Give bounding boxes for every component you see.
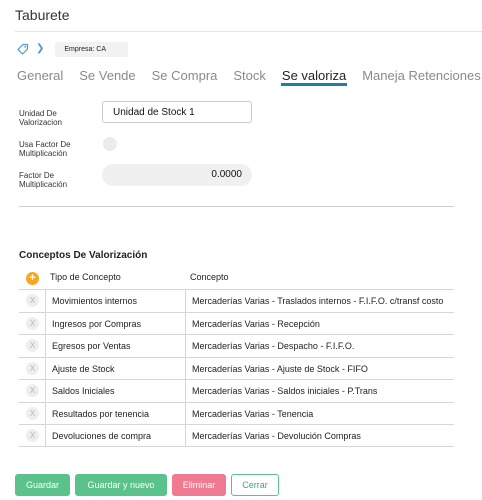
x-circle-icon[interactable]: X bbox=[26, 429, 39, 442]
x-circle-icon[interactable]: X bbox=[26, 294, 39, 307]
guardar-y-nuevo-button[interactable]: Guardar y nuevo bbox=[75, 474, 167, 496]
col-tipo-header: Tipo de Concepto bbox=[50, 272, 121, 282]
concepto-cell[interactable]: Mercaderías Varias - Recepción bbox=[185, 312, 454, 334]
tags-row: ❯ Empresa: CA bbox=[16, 41, 129, 57]
factor-input[interactable]: 0.0000 bbox=[102, 164, 252, 186]
tipo-cell[interactable]: Egresos por Ventas bbox=[45, 335, 185, 357]
tag-icon[interactable] bbox=[16, 42, 30, 56]
concepto-cell[interactable]: Mercaderías Varias - Tenencia bbox=[185, 402, 454, 424]
usa-factor-label: Usa Factor De Multiplicación bbox=[19, 140, 71, 158]
table-body: X Movimientos internos Mercaderías Varias … bbox=[19, 289, 454, 447]
eliminar-button[interactable]: Eliminar bbox=[172, 474, 226, 496]
x-circle-icon[interactable]: X bbox=[26, 361, 39, 375]
title-divider bbox=[15, 31, 482, 32]
chevron-right-icon[interactable]: ❯ bbox=[36, 44, 44, 54]
plus-circle-icon[interactable]: + bbox=[26, 271, 39, 285]
table-header: + Tipo de Concepto Concepto bbox=[19, 267, 454, 289]
x-circle-icon[interactable]: X bbox=[26, 384, 39, 397]
table-row: X Ajuste de Stock Mercaderías Varias - Aju… bbox=[19, 356, 454, 379]
x-circle-icon[interactable]: X bbox=[26, 406, 39, 420]
concepto-cell[interactable]: Mercaderías Varias - Saldos iniciales - … bbox=[185, 380, 454, 402]
table-row: X Saldos Iniciales Mercaderías Varias - Sa… bbox=[19, 379, 454, 402]
concepto-cell[interactable]: Mercaderías Varias - Devolución Compras bbox=[185, 425, 454, 446]
tab-se-compra[interactable]: Se Compra bbox=[151, 68, 219, 86]
concepto-cell[interactable]: Mercaderías Varias - Despacho - F.I.F.O. bbox=[185, 335, 454, 357]
table-row: X Ingresos por Compras Mercaderías Varias … bbox=[19, 311, 454, 334]
tab-bar: General Se Vende Se Compra Stock Se valo… bbox=[16, 68, 482, 88]
guardar-button[interactable]: Guardar bbox=[15, 474, 70, 496]
tipo-cell[interactable]: Devoluciones de compra bbox=[45, 425, 185, 446]
factor-label: Factor De Multiplicación bbox=[19, 171, 68, 189]
empresa-tag: Empresa: CA bbox=[55, 41, 129, 57]
section-divider bbox=[19, 206, 454, 207]
unidad-label: Unidad De Valorizacion bbox=[19, 109, 62, 127]
tab-general[interactable]: General bbox=[16, 68, 64, 86]
table-row: X Egresos por Ventas Mercaderías Varias - … bbox=[19, 334, 454, 357]
usa-factor-checkbox[interactable] bbox=[103, 137, 117, 151]
tipo-cell[interactable]: Saldos Iniciales bbox=[45, 380, 185, 402]
tipo-cell[interactable]: Ajuste de Stock bbox=[45, 357, 185, 379]
x-circle-icon[interactable]: X bbox=[26, 316, 39, 330]
conceptos-title: Conceptos De Valorización bbox=[19, 250, 148, 261]
cerrar-button[interactable]: Cerrar bbox=[231, 474, 279, 496]
tipo-cell[interactable]: Resultados por tenencia bbox=[45, 402, 185, 424]
unidad-input[interactable]: Unidad de Stock 1 bbox=[102, 101, 252, 123]
x-circle-icon[interactable]: X bbox=[26, 339, 39, 352]
tipo-cell[interactable]: Movimientos internos bbox=[45, 290, 185, 312]
col-concepto-header: Concepto bbox=[190, 272, 229, 282]
page-title: Taburete bbox=[15, 7, 70, 23]
conceptos-table: + Tipo de Concepto Concepto X Movimientos… bbox=[19, 267, 454, 447]
concepto-cell[interactable]: Mercaderías Varias - Traslados internos … bbox=[185, 290, 454, 312]
table-row: X Resultados por tenencia Mercaderías Vari… bbox=[19, 401, 454, 424]
tab-stock[interactable]: Stock bbox=[232, 68, 267, 86]
concepto-cell[interactable]: Mercaderías Varias - Ajuste de Stock - F… bbox=[185, 357, 454, 379]
action-bar: Guardar Guardar y nuevo Eliminar Cerrar bbox=[15, 474, 284, 496]
tab-maneja-retenciones[interactable]: Maneja Retenciones bbox=[361, 68, 482, 86]
table-row: X Devoluciones de compra Mercaderías Varia… bbox=[19, 424, 454, 447]
tab-se-valoriza[interactable]: Se valoriza bbox=[280, 68, 348, 86]
tipo-cell[interactable]: Ingresos por Compras bbox=[45, 312, 185, 334]
tab-se-vende[interactable]: Se Vende bbox=[78, 68, 136, 86]
table-row: X Movimientos internos Mercaderías Varias … bbox=[19, 289, 454, 312]
